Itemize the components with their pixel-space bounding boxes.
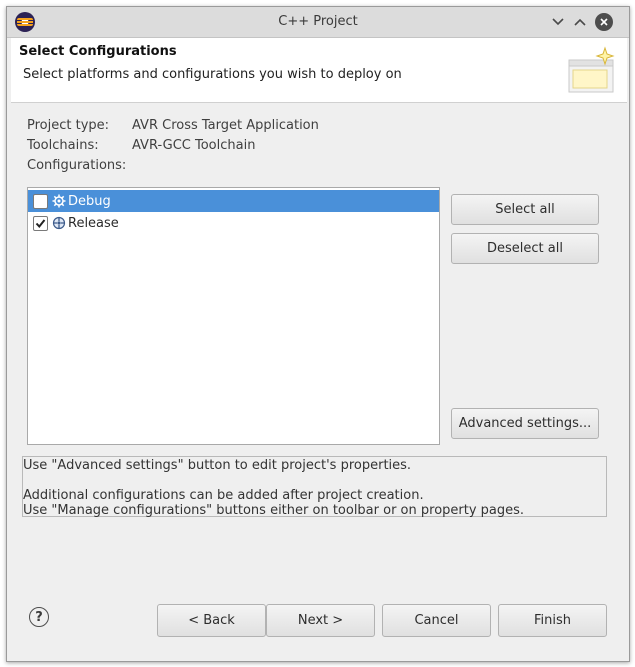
debug-gear-icon	[52, 194, 66, 208]
toolchains-label: Toolchains:	[27, 138, 99, 153]
checkmark-icon	[35, 218, 46, 228]
chevron-up-icon	[574, 18, 586, 26]
release-checkbox[interactable]	[33, 215, 48, 231]
message-line-3: Use "Manage configurations" buttons eith…	[23, 503, 525, 518]
dialog-window: C++ Project Select Configurations Select…	[6, 6, 630, 662]
new-project-wizard-icon	[568, 46, 615, 93]
close-icon	[600, 18, 608, 26]
advanced-settings-button[interactable]: Advanced settings...	[451, 408, 599, 439]
next-button[interactable]: Next >	[266, 604, 375, 637]
message-line-2: Additional configurations can be added a…	[23, 488, 424, 503]
page-title: Select Configurations	[19, 44, 177, 59]
title-bar[interactable]: C++ Project	[7, 7, 629, 38]
config-row-release[interactable]: Release	[28, 212, 439, 234]
select-all-button[interactable]: Select all	[451, 194, 599, 225]
finish-button[interactable]: Finish	[498, 604, 607, 637]
release-gear-icon	[52, 216, 66, 230]
message-line-1: Use "Advanced settings" button to edit p…	[23, 458, 412, 473]
project-type-label: Project type:	[27, 118, 110, 133]
cancel-button[interactable]: Cancel	[382, 604, 491, 637]
message-area: Use "Advanced settings" button to edit p…	[22, 456, 607, 518]
deselect-all-button[interactable]: Deselect all	[451, 233, 599, 264]
wizard-header: Select Configurations Select platforms a…	[11, 38, 627, 103]
config-row-debug[interactable]: Debug	[28, 190, 439, 212]
config-label-debug: Debug	[68, 193, 111, 209]
project-type-value: AVR Cross Target Application	[132, 118, 319, 133]
config-label-release: Release	[68, 215, 119, 231]
minimize-button[interactable]	[548, 12, 568, 32]
window-title: C++ Project	[278, 14, 358, 29]
chevron-down-icon	[552, 18, 564, 26]
debug-checkbox[interactable]	[33, 193, 48, 209]
configurations-label: Configurations:	[27, 158, 127, 173]
configurations-list[interactable]: Debug Release	[27, 187, 440, 445]
toolchains-value: AVR-GCC Toolchain	[132, 138, 256, 153]
close-button[interactable]	[595, 13, 613, 31]
help-icon[interactable]: ?	[29, 607, 49, 627]
back-button[interactable]: < Back	[157, 604, 266, 637]
maximize-button[interactable]	[570, 12, 590, 32]
page-description: Select platforms and configurations you …	[23, 67, 402, 82]
